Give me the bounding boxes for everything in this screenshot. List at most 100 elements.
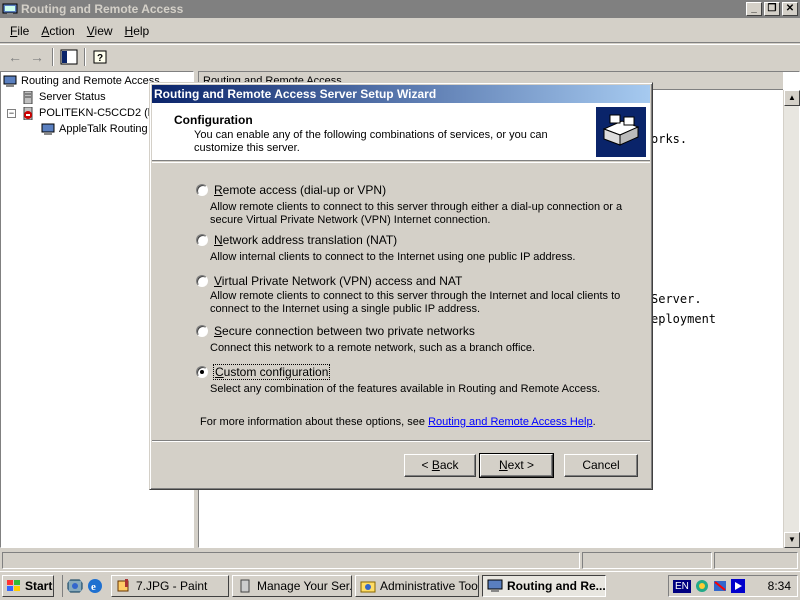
option-remote-access-desc: Allow remote clients to connect to this … bbox=[210, 201, 623, 226]
routing-app-icon bbox=[2, 3, 18, 15]
back-arrow-icon[interactable]: ← bbox=[4, 47, 26, 67]
paint-icon bbox=[117, 579, 129, 592]
help-icon: ? bbox=[93, 50, 107, 64]
task-paint[interactable]: 7.JPG - Paint bbox=[111, 575, 229, 597]
scroll-up-icon[interactable]: ▲ bbox=[784, 90, 800, 106]
radio-vpn-nat[interactable] bbox=[196, 275, 208, 287]
footer-divider bbox=[152, 440, 650, 442]
tree-item-root[interactable]: Routing and Remote Access bbox=[3, 73, 160, 89]
option-nat-label: Network address translation (NAT) bbox=[214, 233, 398, 247]
quick-launch: e bbox=[62, 575, 103, 597]
wizard-title: Routing and Remote Access Server Setup W… bbox=[152, 85, 650, 103]
svg-text:?: ? bbox=[97, 53, 103, 64]
option-nat[interactable]: Network address translation (NAT) bbox=[196, 233, 397, 247]
header-divider bbox=[152, 162, 650, 163]
status-bar bbox=[0, 551, 800, 570]
task-manage-server-label: Manage Your Ser... bbox=[257, 579, 352, 593]
collapse-toggle[interactable]: − bbox=[7, 109, 16, 118]
option-secure-connection-desc: Connect this network to a remote network… bbox=[210, 342, 536, 354]
network-icon[interactable] bbox=[695, 579, 709, 593]
show-hide-tree-button[interactable] bbox=[58, 47, 80, 67]
server-manage-icon bbox=[240, 579, 250, 593]
next-button[interactable]: Next > bbox=[479, 453, 554, 478]
task-manage-server[interactable]: Manage Your Ser... bbox=[232, 575, 352, 597]
admin-tools-icon bbox=[360, 581, 376, 593]
start-button[interactable]: Start bbox=[2, 575, 54, 597]
more-info-text: For more information about these options… bbox=[200, 416, 596, 428]
routing-task-icon bbox=[487, 579, 503, 592]
system-tray: EN 8:34 bbox=[668, 575, 798, 597]
radio-remote-access[interactable] bbox=[196, 184, 208, 196]
option-secure-connection[interactable]: Secure connection between two private ne… bbox=[196, 324, 475, 338]
radio-secure-connection[interactable] bbox=[196, 325, 208, 337]
internet-explorer-icon[interactable]: e bbox=[87, 578, 103, 594]
option-vpn-nat-label: Virtual Private Network (VPN) access and… bbox=[214, 274, 463, 288]
show-desktop-icon[interactable] bbox=[67, 578, 83, 594]
option-nat-desc: Allow internal clients to connect to the… bbox=[210, 251, 576, 263]
vertical-scrollbar[interactable]: ▲ ▼ bbox=[783, 90, 800, 548]
restore-button[interactable]: ❐ bbox=[764, 2, 780, 16]
start-label: Start bbox=[25, 579, 53, 593]
wizard-header-subtitle: You can enable any of the following comb… bbox=[194, 129, 548, 154]
status-cell bbox=[582, 552, 712, 569]
console-tree-icon bbox=[60, 49, 78, 64]
menu-view[interactable]: View bbox=[81, 24, 119, 38]
menu-file[interactable]: File bbox=[4, 24, 35, 38]
radio-nat[interactable] bbox=[196, 234, 208, 246]
wizard-network-icon bbox=[596, 107, 646, 157]
tree-server-label: POLITEKN-C5CCD2 (lo bbox=[39, 107, 157, 119]
task-admin-tools-label: Administrative Tools bbox=[380, 579, 479, 593]
toolbar-separator bbox=[84, 47, 86, 66]
forward-arrow-icon[interactable]: → bbox=[26, 47, 48, 67]
option-custom-configuration-label: Custom configuration bbox=[212, 364, 331, 380]
window-title: Routing and Remote Access bbox=[21, 2, 184, 16]
status-cell bbox=[714, 552, 798, 569]
svg-text:e: e bbox=[91, 581, 96, 593]
radio-custom-configuration[interactable] bbox=[196, 366, 208, 378]
setup-wizard-dialog: Routing and Remote Access Server Setup W… bbox=[149, 82, 653, 490]
details-text-line: orks. bbox=[651, 132, 688, 146]
task-admin-tools[interactable]: Administrative Tools bbox=[355, 575, 479, 597]
windows-flag-icon bbox=[7, 580, 20, 591]
menu-bar: File Action View Help bbox=[0, 19, 800, 43]
close-button[interactable]: ✕ bbox=[782, 2, 798, 16]
scroll-down-icon[interactable]: ▼ bbox=[784, 532, 800, 548]
details-text-line: eployment bbox=[651, 312, 717, 326]
window-titlebar: Routing and Remote Access _ ❐ ✕ bbox=[0, 0, 800, 18]
toolbar: ← → ? bbox=[0, 44, 800, 68]
status-cell bbox=[2, 552, 580, 569]
option-remote-access[interactable]: Remote access (dial-up or VPN) bbox=[196, 183, 386, 197]
task-paint-label: 7.JPG - Paint bbox=[136, 579, 208, 593]
details-text-line: Server. bbox=[651, 292, 702, 306]
option-vpn-nat[interactable]: Virtual Private Network (VPN) access and… bbox=[196, 274, 462, 288]
wizard-header-title: Configuration bbox=[174, 113, 253, 127]
tree-server-status-label: Server Status bbox=[39, 91, 106, 103]
clock: 8:34 bbox=[767, 579, 791, 593]
menu-action[interactable]: Action bbox=[35, 24, 80, 38]
help-button[interactable]: ? bbox=[90, 47, 112, 67]
tree-item-server-status[interactable]: Server Status bbox=[21, 89, 106, 105]
media-player-icon[interactable] bbox=[730, 579, 745, 593]
help-link[interactable]: Routing and Remote Access Help bbox=[428, 416, 592, 428]
option-secure-connection-label: Secure connection between two private ne… bbox=[214, 324, 475, 338]
tree-item-appletalk[interactable]: AppleTalk Routing bbox=[41, 121, 148, 137]
option-remote-access-label: Remote access (dial-up or VPN) bbox=[214, 183, 387, 197]
menu-help[interactable]: Help bbox=[119, 24, 156, 38]
routing-icon bbox=[3, 75, 17, 87]
toolbar-separator bbox=[52, 47, 54, 66]
tree-appletalk-label: AppleTalk Routing bbox=[59, 123, 148, 135]
server-icon bbox=[23, 90, 33, 104]
server-stopped-icon bbox=[23, 106, 33, 120]
tree-root-label: Routing and Remote Access bbox=[21, 75, 160, 87]
task-routing[interactable]: Routing and Re... bbox=[482, 575, 606, 597]
taskbar: Start e 7.JPG - Paint Manage Your Ser...… bbox=[0, 571, 800, 600]
volume-muted-icon[interactable] bbox=[713, 579, 727, 593]
option-custom-configuration[interactable]: Custom configuration bbox=[196, 364, 331, 380]
cancel-button[interactable]: Cancel bbox=[564, 454, 638, 477]
option-vpn-nat-desc: Allow remote clients to connect to this … bbox=[210, 290, 621, 315]
minimize-button[interactable]: _ bbox=[746, 2, 762, 16]
wizard-header: Configuration You can enable any of the … bbox=[152, 103, 650, 161]
tree-item-server[interactable]: POLITEKN-C5CCD2 (lo bbox=[21, 105, 156, 121]
language-indicator[interactable]: EN bbox=[673, 579, 691, 593]
back-button[interactable]: < Back bbox=[404, 454, 476, 477]
